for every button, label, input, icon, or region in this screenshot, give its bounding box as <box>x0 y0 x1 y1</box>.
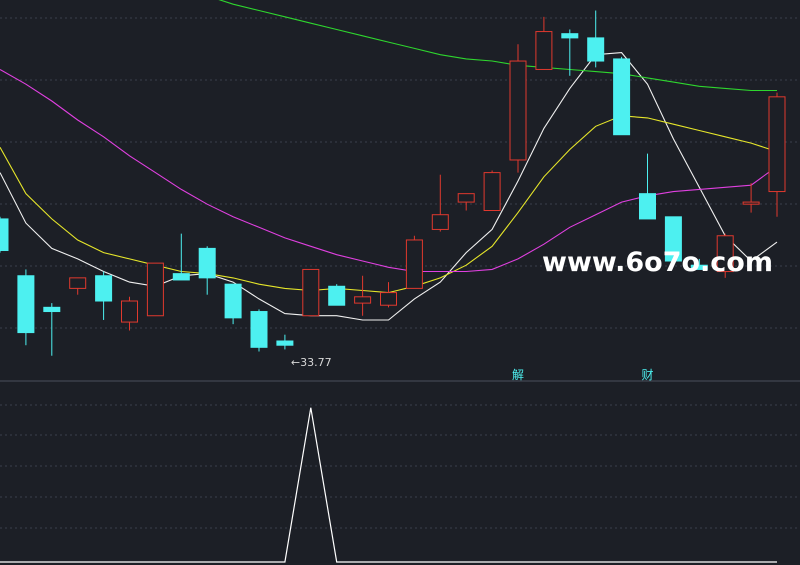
candle <box>0 216 9 253</box>
candle-body <box>172 273 190 281</box>
candle-body <box>276 340 294 346</box>
candle-body <box>768 96 786 193</box>
candle <box>302 268 320 317</box>
candle-body <box>613 58 631 136</box>
candle-body <box>302 268 320 317</box>
stock-chart: ←33.77 解 财 www.6o7o.com <box>0 0 800 565</box>
candle-body <box>198 247 216 279</box>
candle <box>509 44 527 173</box>
candle-body <box>639 193 656 220</box>
low-price-label: ←33.77 <box>291 356 332 369</box>
candle-body <box>742 201 760 205</box>
candle <box>613 56 631 136</box>
candle <box>405 235 423 289</box>
event-label-jie: 解 <box>512 368 524 382</box>
candle-body <box>121 300 138 323</box>
candle-body <box>587 37 605 62</box>
candle-body <box>405 239 423 289</box>
candle-body <box>457 193 475 203</box>
candle-body <box>95 275 113 302</box>
candle-body <box>250 311 268 348</box>
candle-body <box>380 292 397 306</box>
candle-body <box>431 214 449 230</box>
chart-background <box>0 0 800 565</box>
candle <box>250 309 268 352</box>
candle-body <box>483 172 501 211</box>
candle-body <box>146 262 164 317</box>
candle-body <box>535 31 553 70</box>
candle-body <box>69 277 87 289</box>
candle-body <box>17 275 35 334</box>
candle-body <box>43 306 61 313</box>
candle <box>328 284 346 306</box>
candle-body <box>509 60 527 161</box>
candle <box>146 262 164 317</box>
candle-body <box>224 283 242 319</box>
candle-body <box>354 296 372 304</box>
candle-body <box>0 218 9 251</box>
event-label-cai: 财 <box>642 368 654 382</box>
candle-body <box>328 285 346 306</box>
watermark-text: www.6o7o.com <box>542 247 773 278</box>
candle <box>224 283 242 325</box>
candle <box>483 170 501 211</box>
candle-body <box>561 33 579 39</box>
